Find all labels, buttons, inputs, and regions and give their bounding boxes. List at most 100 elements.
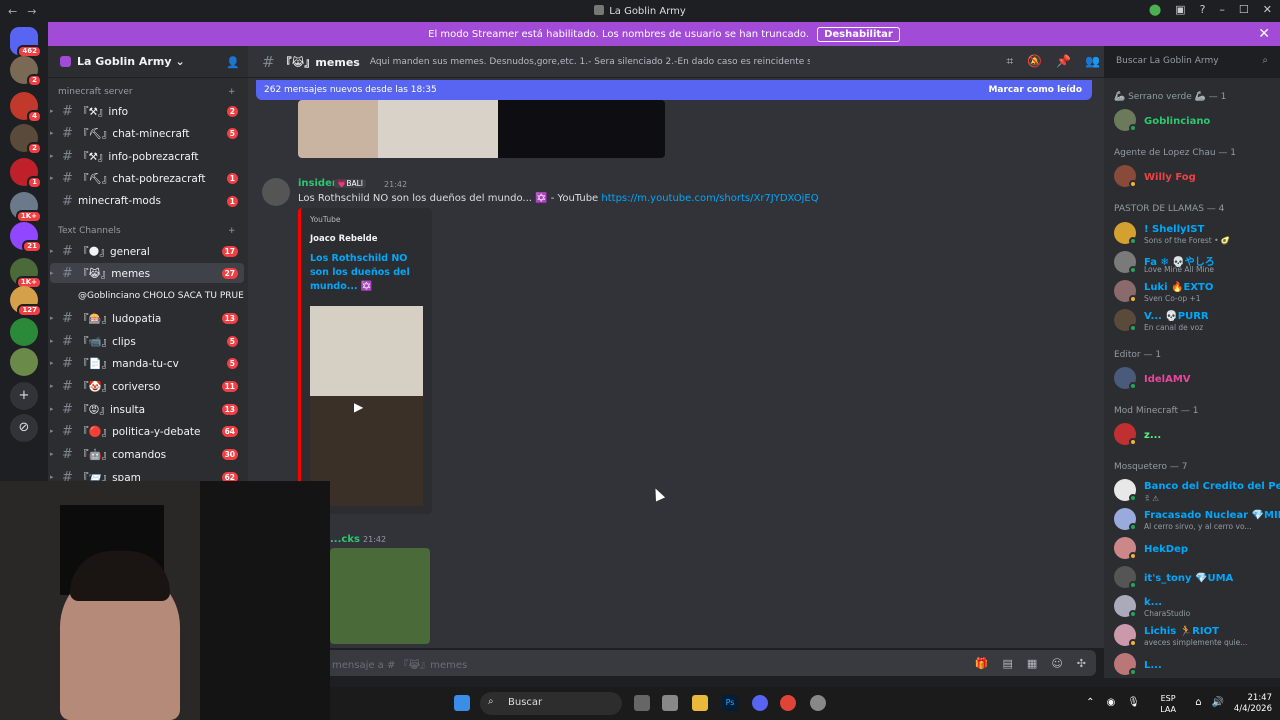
new-messages-bar[interactable]: 262 mensajes nuevos desde las 18:35 Marc…	[256, 80, 1092, 100]
channel-item[interactable]: # minecraft-mods 1	[50, 191, 244, 211]
tray-icon[interactable]: ◉	[1107, 697, 1116, 708]
inbox-icon[interactable]: ▣	[1175, 3, 1185, 16]
volume-icon[interactable]: 🔊	[1212, 697, 1224, 708]
search-input[interactable]: Buscar La Goblin Army ⌕	[1110, 52, 1274, 72]
channel-item[interactable]: ▸ # 『📹』clips 5	[50, 331, 244, 351]
server-icon[interactable]: 1	[10, 158, 42, 189]
server-icon[interactable]: 1K+	[10, 192, 42, 223]
pin-icon[interactable]: 📌	[1056, 54, 1071, 69]
chevron-up-icon[interactable]: ⌃	[1086, 697, 1094, 708]
channel-item[interactable]: ▸ # 『📄』manda-tu-cv 5	[50, 353, 244, 373]
server-icon[interactable]: 1K+	[10, 258, 42, 289]
channel-item[interactable]: ▸ # 『🔴』politica-y-debate 64	[50, 421, 244, 441]
taskbar-search[interactable]: ⌕ Buscar	[480, 692, 622, 715]
attachment-image[interactable]	[298, 100, 665, 158]
member-item[interactable]: ! ShellyIST Sons of the Forest • 🥑	[1114, 220, 1276, 248]
play-icon[interactable]: ▶	[354, 400, 363, 414]
avatar[interactable]	[262, 178, 290, 206]
threads-icon[interactable]: ⌗	[1006, 54, 1013, 69]
server-icon[interactable]	[10, 318, 38, 346]
gif-icon[interactable]: ▤	[1003, 657, 1013, 670]
file-explorer-icon[interactable]	[692, 695, 708, 711]
message-author[interactable]: insider	[298, 178, 337, 189]
member-item[interactable]: it's_tony 💎UMA	[1114, 564, 1276, 592]
add-server-icon[interactable]: +	[10, 382, 38, 410]
server-icon[interactable]: 462	[10, 27, 42, 58]
channel-item[interactable]: ▸ # 『⛏』chat-pobrezacraft 1	[50, 168, 244, 188]
maximize-icon[interactable]: ☐	[1239, 3, 1249, 16]
channel-item[interactable]: ▸ # 『🎰』ludopatia 13	[50, 308, 244, 328]
video-thumbnail[interactable]: ▶	[310, 306, 423, 506]
embed-title[interactable]: Los Rothschild NO son los dueños del mun…	[310, 252, 426, 294]
app-icon[interactable]	[662, 695, 678, 711]
channel-category[interactable]: Text Channels +	[58, 226, 236, 236]
disable-button[interactable]: Deshabilitar	[817, 26, 900, 42]
message-author[interactable]: ...cks	[330, 534, 360, 545]
task-view-icon[interactable]	[634, 695, 650, 711]
member-item[interactable]: IdelAMV	[1114, 365, 1276, 393]
mic-icon[interactable]: 🎙	[1127, 697, 1140, 708]
mark-read-button[interactable]: Marcar como leído	[988, 85, 1082, 95]
member-item[interactable]: z...	[1114, 421, 1276, 449]
member-item[interactable]: k... CharaStudio	[1114, 593, 1276, 621]
member-item[interactable]: Willy Fog	[1114, 163, 1276, 191]
server-icon[interactable]: 127	[10, 286, 42, 317]
member-item[interactable]: Goblinciano	[1114, 107, 1276, 135]
member-item[interactable]: Lichis 🏃RIOT aveces simplemente quie...	[1114, 622, 1276, 650]
discover-icon[interactable]: ⊘	[10, 414, 38, 442]
steam-icon[interactable]	[810, 695, 826, 711]
sticker-icon[interactable]: ▦	[1027, 657, 1037, 670]
channel-item[interactable]: ▸ # 『🤡』coriverso 11	[50, 376, 244, 396]
close-window-icon[interactable]: ✕	[1263, 3, 1272, 16]
channel-item[interactable]: ▸ # 『⚒』info 2	[50, 101, 244, 121]
server-icon[interactable]: 2	[10, 56, 42, 87]
add-channel-icon[interactable]: +	[228, 226, 236, 236]
channel-category[interactable]: minecraft server +	[58, 87, 236, 97]
apps-icon[interactable]: ✣	[1077, 657, 1086, 670]
youtube-link[interactable]: https://m.youtube.com/shorts/Xr7JYDXOjEQ	[601, 193, 818, 204]
channel-item[interactable]: ▸ # 『⚒』info-pobrezacraft	[50, 146, 244, 166]
server-icon[interactable]: 21	[10, 222, 42, 253]
server-icon[interactable]	[10, 348, 38, 376]
message-composer[interactable]: mensaje a # 『😹』memes 🎁 ▤ ▦ ☺ ✣	[256, 650, 1096, 676]
windows-start-icon[interactable]	[454, 695, 470, 711]
mute-icon[interactable]: 🔕	[1027, 54, 1042, 69]
back-icon[interactable]: ←	[8, 5, 17, 18]
add-member-icon[interactable]: 👤	[226, 56, 240, 69]
chrome-icon[interactable]	[780, 695, 796, 711]
attachment-image[interactable]	[330, 548, 430, 644]
members-icon[interactable]: 👥	[1085, 54, 1100, 69]
channel-topic[interactable]: Aqui manden sus memes. Desnudos,gore,etc…	[370, 57, 810, 67]
channel-item[interactable]: ▸ # 『😡』insulta 13	[50, 399, 244, 419]
forward-icon[interactable]: →	[27, 5, 36, 18]
emoji-icon[interactable]: ☺	[1051, 657, 1062, 670]
language-indicator[interactable]: ESP LAA	[1160, 693, 1176, 715]
channel-item[interactable]: ▸ # 『🌑』general 17	[50, 241, 244, 261]
server-icon[interactable]: 4	[10, 92, 42, 123]
embed-author[interactable]: Joaco Rebelde	[310, 234, 378, 244]
channel-item[interactable]: ▸ # 『😹』memes 27	[50, 263, 244, 283]
channel-item[interactable]: ▸ # 『🤖』comandos 30	[50, 444, 244, 464]
network-icon[interactable]: ⌂	[1195, 697, 1201, 708]
member-item[interactable]: Fracasado Nuclear 💎MIKU Al cerro sirvo, y…	[1114, 506, 1280, 534]
channel-item[interactable]: ▸ # 『⛏』chat-minecraft 5	[50, 123, 244, 143]
minimize-icon[interactable]: –	[1219, 3, 1225, 16]
member-item[interactable]: Fa ❄ 💀やしろ Love Mine All Mine	[1114, 249, 1276, 277]
photoshop-icon[interactable]: Ps	[722, 695, 738, 711]
server-header[interactable]: La Goblin Army ⌄ 👤	[48, 46, 248, 78]
clock[interactable]: 21:47 4/4/2026	[1234, 693, 1272, 715]
server-icon[interactable]: 2	[10, 124, 42, 155]
add-channel-icon[interactable]: +	[228, 87, 236, 97]
member-item[interactable]: HekDep	[1114, 535, 1276, 563]
leaf-icon[interactable]: ⬤	[1149, 3, 1161, 16]
gift-icon[interactable]: 🎁	[975, 657, 989, 670]
thread-item[interactable]: @Goblinciano CHOLO SACA TU PRUE...	[50, 286, 244, 306]
help-icon[interactable]: ?	[1200, 3, 1206, 16]
close-banner-icon[interactable]: ✕	[1258, 26, 1270, 42]
member-item[interactable]: L...	[1114, 651, 1276, 678]
server-name: La Goblin Army	[77, 55, 172, 68]
discord-taskbar-icon[interactable]	[752, 695, 768, 711]
member-item[interactable]: Banco del Credito del Perú ꉂ ⚠	[1114, 477, 1280, 505]
member-item[interactable]: V... 💀PURR En canal de voz	[1114, 307, 1276, 335]
member-item[interactable]: Luki 🔥EXTO Sven Co-op +1	[1114, 278, 1276, 306]
